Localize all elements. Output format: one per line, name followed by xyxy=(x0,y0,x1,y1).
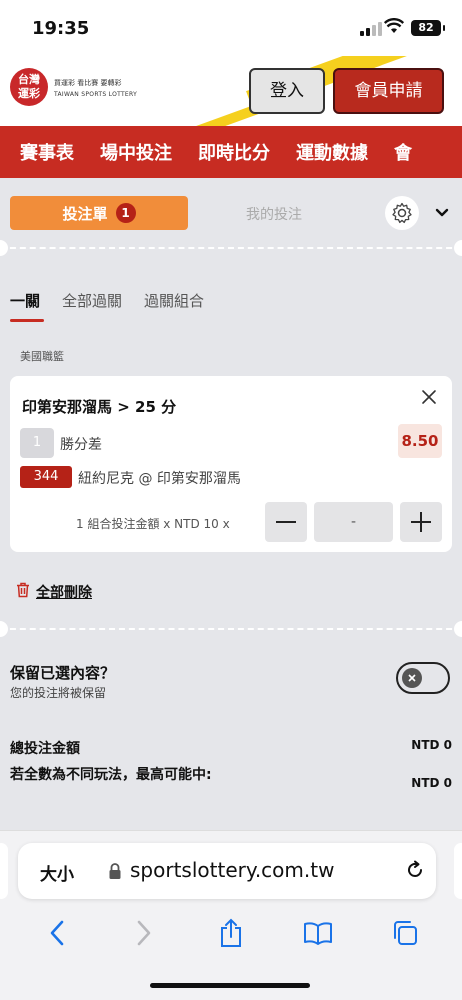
selection-title: 印第安那溜馬 > 25 分 xyxy=(22,398,177,416)
nav-item-live-betting[interactable]: 場中投注 xyxy=(100,139,172,165)
keep-selection-toggle[interactable] xyxy=(396,662,450,694)
next-tab-pill[interactable] xyxy=(454,843,462,899)
signal-icon xyxy=(360,22,382,36)
tab-betslip[interactable]: 投注單 1 xyxy=(10,196,188,230)
logo-text: 買運彩 看比賽 要轉彩 TAIWAN SPORTS LOTTERY xyxy=(54,78,137,100)
main-nav: 賽事表 場中投注 即時比分 運動數據 會 xyxy=(0,126,462,178)
chevron-down-icon[interactable] xyxy=(432,202,452,222)
prev-tab-pill[interactable] xyxy=(0,843,8,899)
tab-betslip-label: 投注單 xyxy=(62,204,108,223)
tab-parlay-combo[interactable]: 過關組合 xyxy=(144,290,204,311)
decrease-stake-button[interactable] xyxy=(265,502,307,542)
status-bar: 19:35 82 xyxy=(0,0,462,56)
bet-type-tabs: 一關 全部過關 過關組合 xyxy=(10,290,204,311)
logo-line: 運彩 xyxy=(18,87,40,100)
nav-item-sports-data[interactable]: 運動數據 xyxy=(296,139,368,165)
logo-tagline: 買運彩 看比賽 要轉彩 xyxy=(54,79,122,87)
max-payout-value: NTD 0 xyxy=(411,776,452,790)
market-name: 勝分差 xyxy=(60,437,102,453)
ticket-notch xyxy=(454,621,462,637)
wifi-icon xyxy=(383,18,405,39)
keep-selection-subtitle: 您的投注將被保留 xyxy=(10,686,107,700)
forward-icon[interactable] xyxy=(128,917,160,949)
logo-line: 台灣 xyxy=(18,73,40,86)
tab-all-parlay[interactable]: 全部過關 xyxy=(62,290,122,311)
logo[interactable]: 台灣 運彩 xyxy=(10,68,48,106)
address-bar[interactable]: 大小 sportslottery.com.tw xyxy=(18,843,436,899)
trash-icon xyxy=(16,582,30,602)
match-name: 紐約尼克 @ 印第安那溜馬 xyxy=(78,471,241,487)
divider xyxy=(0,628,462,630)
battery-icon: 82 xyxy=(411,20,445,36)
ticket-notch xyxy=(0,621,8,637)
nav-item-member[interactable]: 會 xyxy=(394,139,412,165)
tabs-icon[interactable] xyxy=(389,917,421,949)
back-icon[interactable] xyxy=(41,917,73,949)
tab-single[interactable]: 一關 xyxy=(10,290,40,311)
nav-item-live-scores[interactable]: 即時比分 xyxy=(198,139,270,165)
site-header: 台灣 運彩 買運彩 看比賽 要轉彩 TAIWAN SPORTS LOTTERY … xyxy=(0,56,462,126)
game-code-badge: 344 xyxy=(20,466,72,488)
home-indicator xyxy=(150,983,310,988)
active-tab-indicator xyxy=(10,319,44,322)
nav-item-schedule[interactable]: 賽事表 xyxy=(20,139,74,165)
lock-icon xyxy=(108,862,122,880)
url-domain: sportslottery.com.tw xyxy=(130,858,335,882)
divider xyxy=(0,247,462,249)
ticket-notch xyxy=(0,240,8,256)
delete-all-button[interactable]: 全部刪除 xyxy=(16,582,92,602)
gear-icon[interactable] xyxy=(385,196,419,230)
logo-english: TAIWAN SPORTS LOTTERY xyxy=(54,91,138,98)
stake-amount-input[interactable]: - xyxy=(314,502,393,542)
text-size-button[interactable]: 大小 xyxy=(40,860,74,885)
toggle-knob xyxy=(402,668,422,688)
ticket-notch xyxy=(454,240,462,256)
share-icon[interactable] xyxy=(215,917,247,949)
betslip-panel: 投注單 1 我的投注 一關 全部過關 過關組合 美國職籃 印第安那溜馬 > 25… xyxy=(0,186,462,836)
increase-stake-button[interactable] xyxy=(400,502,442,542)
close-icon[interactable] xyxy=(420,388,438,406)
bookmarks-icon[interactable] xyxy=(302,917,334,949)
league-label: 美國職籃 xyxy=(20,350,64,363)
browser-chrome: 大小 sportslottery.com.tw xyxy=(0,830,462,1000)
market-number: 1 xyxy=(20,428,54,458)
tab-my-bets[interactable]: 我的投注 xyxy=(246,204,302,224)
browser-toolbar xyxy=(0,917,462,949)
register-button[interactable]: 會員申請 xyxy=(333,68,444,114)
keep-selection-title: 保留已選內容？ xyxy=(10,664,116,682)
odds-value: 8.50 xyxy=(398,424,442,458)
clock: 19:35 xyxy=(32,18,90,39)
betslip-count-badge: 1 xyxy=(115,203,136,223)
total-stake-label: 總投注金額 xyxy=(10,741,80,757)
reload-icon[interactable] xyxy=(404,859,426,881)
login-button[interactable]: 登入 xyxy=(249,68,325,114)
stake-label: 1 組合投注金額 x NTD 10 x xyxy=(76,517,230,531)
max-payout-label: 若全數為不同玩法，最高可能中: xyxy=(10,767,212,783)
total-stake-value: NTD 0 xyxy=(411,738,452,752)
delete-all-label: 全部刪除 xyxy=(36,585,92,601)
bet-card: 印第安那溜馬 > 25 分 1 勝分差 8.50 344 紐約尼克 @ 印第安那… xyxy=(10,376,452,552)
